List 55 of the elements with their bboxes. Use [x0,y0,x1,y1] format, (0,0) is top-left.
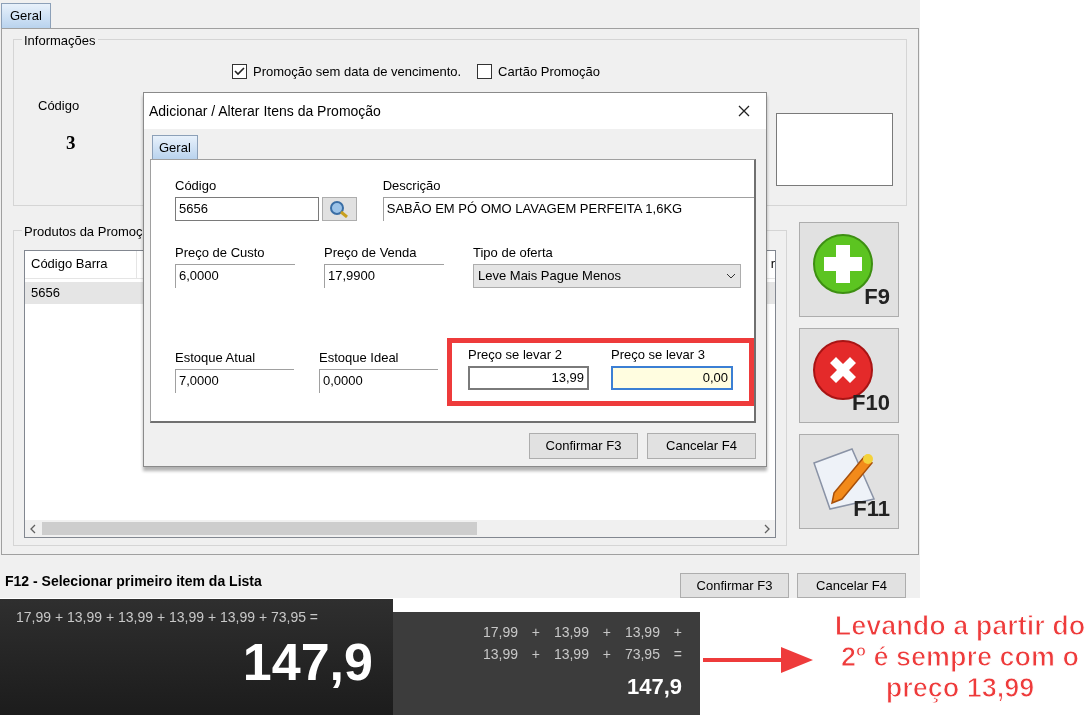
field-label: Preço se levar 3 [611,347,706,363]
input-field[interactable]: 13,99 [468,366,589,390]
code-label: Código [38,96,80,115]
calculator-expression: 13,99 + 13,99 + 73,95 = [482,645,682,664]
action-button[interactable]: F10 [799,328,899,423]
horizontal-scrollbar[interactable] [25,520,775,537]
action-button[interactable]: F11 [799,434,899,529]
checkbox-square[interactable] [232,64,247,80]
dialog-button[interactable]: Confirmar F3 [529,433,638,459]
input-field[interactable]: 0,0000 [319,369,438,393]
search-icon [328,200,351,218]
field-label: Código [175,178,218,194]
field-label: Preço de Venda [324,245,418,261]
dialog-title: Adicionar / Alterar Itens da Promoção [149,101,381,121]
calculator-expression: 17,99 + 13,99 + 13,99 + [482,623,682,642]
footer-hint: F12 - Selecionar primeiro item da Lista [5,572,262,591]
notes-field[interactable] [776,113,893,186]
column-header[interactable]: Código Barra [25,251,137,278]
checkbox[interactable]: Promoção sem data de vencimento. [232,62,462,82]
input-field[interactable]: 0,00 [611,366,733,390]
tab[interactable]: Geral [152,135,198,159]
input-field[interactable]: 7,0000 [175,369,294,393]
footer-button[interactable]: Confirmar F3 [680,573,789,598]
field-label: Estoque Ideal [319,350,400,366]
calculator-expression: 17,99 + 13,99 + 13,99 + 13,99 + 13,99 + 73,95 = [16,608,320,627]
input-field[interactable]: 6,0000 [175,264,295,288]
annotation-text: Levando a partir do [834,611,1086,642]
code-field[interactable]: 5656 [175,197,319,221]
footer-button[interactable]: Cancelar F4 [797,573,906,598]
code-value: 3 [66,131,76,155]
action-button[interactable]: F9 [799,222,899,317]
dialog-button[interactable]: Cancelar F4 [647,433,756,459]
annotation-text: preço 13,99 [885,673,1035,704]
arrow-icon [703,645,815,675]
calculator-result: 147,9 [626,673,682,701]
annotation-text: 2º é sempre com o [841,642,1079,673]
checkmark-icon [234,67,245,77]
search-button[interactable] [321,197,357,221]
field-label: Preço de Custo [175,245,266,261]
field-label: Estoque Atual [175,350,257,366]
field-label: Descrição [382,178,442,194]
checkbox-square[interactable] [477,64,493,80]
input-field[interactable]: 17,9900 [324,264,444,288]
field-label: Tipo de oferta [473,245,554,261]
tab[interactable]: Geral [1,3,51,28]
field-label: Preço se levar 2 [468,347,563,363]
input-field[interactable]: SABÃO EM PÓ OMO LAVAGEM PERFEITA 1,6KG [382,197,754,221]
list-cell-text: 5656 [30,284,61,302]
calculator-result: 147,9 [242,632,373,692]
chevron-down-icon [726,273,736,279]
checkbox[interactable]: Cartão Promoção [477,62,600,82]
offer-type-dropdown[interactable]: Leve Mais Pague Menos [473,264,741,288]
column-header[interactable]: r [770,251,775,278]
close-icon [738,105,750,117]
scrollbar-thumb[interactable] [42,522,477,535]
